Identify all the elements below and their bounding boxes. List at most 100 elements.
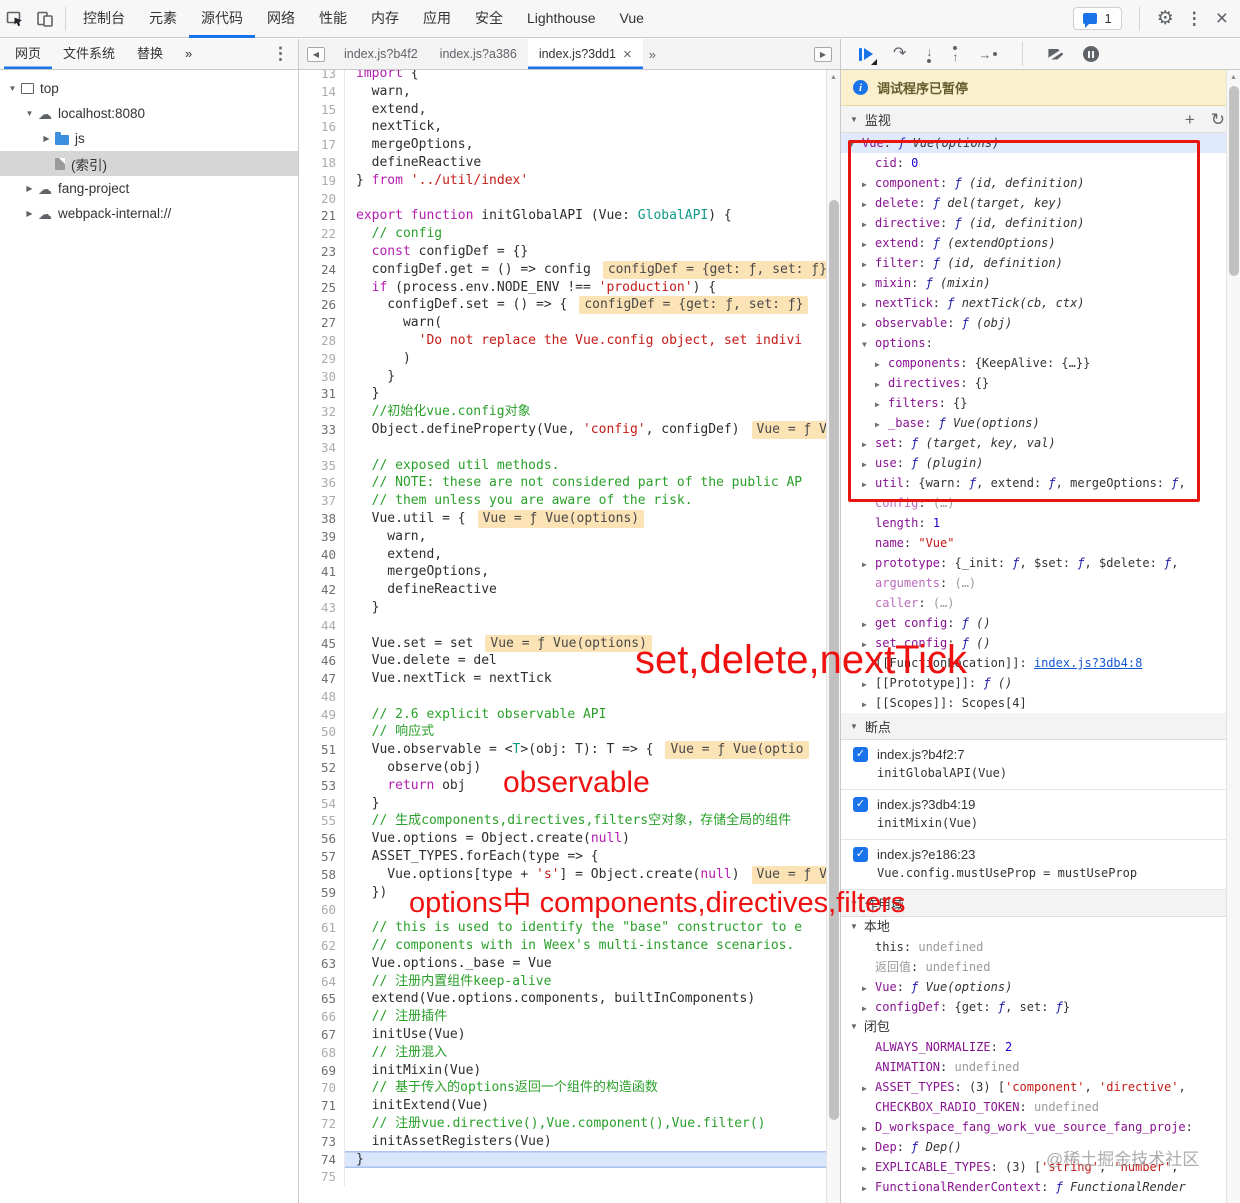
line-number[interactable]: 59 <box>299 883 345 902</box>
collapse-icon[interactable]: ▼ <box>850 115 858 124</box>
editor-tab[interactable]: index.js?3dd1 × <box>527 39 643 69</box>
code-line[interactable]: 19} from '../util/index' <box>299 171 840 190</box>
tree-item-(索引)[interactable]: (索引) <box>0 151 298 176</box>
property-row-Vue[interactable]: ▶ Vue: ƒ Vue(options) <box>841 977 1240 997</box>
line-number[interactable]: 55 <box>299 812 345 831</box>
property-row-util[interactable]: ▶ util: {warn: ƒ, extend: ƒ, mergeOptions… <box>841 473 1240 493</box>
more-tabs-icon[interactable]: » <box>643 47 662 62</box>
collapse-icon[interactable]: ▼ <box>850 722 858 731</box>
tree-arrow-icon[interactable]: ▶ <box>862 235 875 253</box>
line-number[interactable]: 65 <box>299 990 345 1009</box>
code-line[interactable]: 16 nextTick, <box>299 118 840 137</box>
tree-arrow-icon[interactable]: ▶ <box>875 375 888 393</box>
breakpoint-checkbox[interactable]: ✓ <box>853 847 868 862</box>
collapse-icon[interactable]: ▼ <box>850 1017 858 1037</box>
property-row-set config[interactable]: ▶ set config: ƒ () <box>841 633 1240 653</box>
code-line[interactable]: 28 'Do not replace the Vue.config object… <box>299 331 840 350</box>
breakpoint-entry[interactable]: ✓ index.js?3db4:19 initMixin(Vue) <box>841 790 1240 840</box>
line-number[interactable]: 61 <box>299 919 345 938</box>
tree-arrow-icon[interactable]: ▶ <box>862 1119 875 1137</box>
code-line[interactable]: 69 initMixin(Vue) <box>299 1061 840 1080</box>
tree-arrow-icon[interactable]: ▶ <box>862 1079 875 1097</box>
navigator-tab-替换[interactable]: 替换 <box>126 39 174 69</box>
property-row-extend[interactable]: ▶ extend: ƒ (extendOptions) <box>841 233 1240 253</box>
property-row-ASSET_TYPES[interactable]: ▶ ASSET_TYPES: (3) ['component', 'directi… <box>841 1077 1240 1097</box>
tree-arrow-icon[interactable]: ▶ <box>862 195 875 213</box>
tree-item-top[interactable]: ▼ top <box>0 76 298 101</box>
line-number[interactable]: 57 <box>299 848 345 866</box>
code-line[interactable]: 40 extend, <box>299 545 840 564</box>
tree-arrow-icon[interactable]: ▶ <box>23 209 36 218</box>
line-number[interactable]: 16 <box>299 118 345 137</box>
property-row-filters[interactable]: ▶ filters: {} <box>841 393 1240 413</box>
breakpoint-entry[interactable]: ✓ index.js?e186:23 Vue.config.mustUseProp … <box>841 840 1240 890</box>
breakpoint-checkbox[interactable]: ✓ <box>853 747 868 762</box>
navigator-more-icon[interactable]: ⋮ <box>272 44 290 64</box>
code-line[interactable]: 22 // config <box>299 225 840 243</box>
line-number[interactable]: 37 <box>299 492 345 510</box>
line-number[interactable]: 62 <box>299 937 345 955</box>
collapse-icon[interactable]: ▼ <box>850 899 858 908</box>
line-number[interactable]: 28 <box>299 331 345 350</box>
property-row-filter[interactable]: ▶ filter: ƒ (id, definition) <box>841 253 1240 273</box>
line-number[interactable]: 54 <box>299 794 345 813</box>
tree-arrow-icon[interactable]: ▶ <box>862 1159 875 1177</box>
line-number[interactable]: 71 <box>299 1097 345 1116</box>
code-line[interactable]: 58 Vue.options[type + 's'] = Object.crea… <box>299 865 840 884</box>
panel-tab-Vue[interactable]: Vue <box>608 0 656 38</box>
tree-arrow-icon[interactable]: ▶ <box>862 695 875 713</box>
line-number[interactable]: 32 <box>299 403 345 421</box>
line-number[interactable]: 38 <box>299 509 345 528</box>
device-toolbar-icon[interactable] <box>30 0 60 38</box>
property-row-prototype[interactable]: ▶ prototype: {_init: ƒ, $set: ƒ, $delete:… <box>841 553 1240 573</box>
panel-tab-安全[interactable]: 安全 <box>463 0 515 38</box>
tree-arrow-icon[interactable]: ▶ <box>23 184 36 193</box>
property-row-length[interactable]: length: 1 <box>841 513 1240 533</box>
navigator-tab-文件系统[interactable]: 文件系统 <box>52 39 126 69</box>
property-row-options[interactable]: ▼ options: <box>841 333 1240 353</box>
property-row-[[FunctionLocation]][interactable]: [[FunctionLocation]]: index.js?3db4:8 <box>841 653 1240 673</box>
code-line[interactable]: 17 mergeOptions, <box>299 136 840 154</box>
property-row-FunctionalRenderContext[interactable]: ▶ FunctionalRenderContext: ƒ FunctionalRe… <box>841 1177 1240 1197</box>
tree-arrow-icon[interactable]: ▶ <box>862 255 875 273</box>
panel-tab-性能[interactable]: 性能 <box>307 0 359 38</box>
panel-scrollbar[interactable]: ▲ <box>1226 70 1240 1203</box>
line-number[interactable]: 60 <box>299 901 345 920</box>
navigator-tab-网页[interactable]: 网页 <box>4 39 52 69</box>
line-number[interactable]: 74 <box>299 1150 345 1169</box>
breakpoints-section-header[interactable]: ▼ 断点 <box>841 713 1240 740</box>
line-number[interactable]: 75 <box>299 1168 345 1187</box>
tree-arrow-icon[interactable]: ▶ <box>862 435 875 453</box>
code-line[interactable]: 36 // NOTE: these are not considered par… <box>299 474 840 493</box>
line-number[interactable]: 15 <box>299 100 345 119</box>
property-row-nextTick[interactable]: ▶ nextTick: ƒ nextTick(cb, ctx) <box>841 293 1240 313</box>
code-line[interactable]: 67 initUse(Vue) <box>299 1026 840 1044</box>
tree-arrow-icon[interactable]: ▶ <box>862 979 875 997</box>
code-line[interactable]: 74} <box>299 1150 840 1169</box>
code-line[interactable]: 62 // components with in Weex's multi-in… <box>299 937 840 955</box>
code-line[interactable]: 71 initExtend(Vue) <box>299 1097 840 1116</box>
code-line[interactable]: 34 <box>299 438 840 457</box>
tree-item-js[interactable]: ▶ js <box>0 126 298 151</box>
line-number[interactable]: 63 <box>299 954 345 973</box>
inspect-element-icon[interactable] <box>0 0 30 38</box>
property-row-arguments[interactable]: arguments: (…) <box>841 573 1240 593</box>
panel-tab-网络[interactable]: 网络 <box>255 0 307 38</box>
line-number[interactable]: 39 <box>299 527 345 546</box>
line-number[interactable]: 50 <box>299 723 345 742</box>
property-row-_base[interactable]: ▶ _base: ƒ Vue(options) <box>841 413 1240 433</box>
line-number[interactable]: 22 <box>299 225 345 243</box>
code-line[interactable]: 70 // 基于传入的options返回一个组件的构造函数 <box>299 1079 840 1098</box>
line-number[interactable]: 14 <box>299 82 345 101</box>
property-row-caller[interactable]: caller: (…) <box>841 593 1240 613</box>
line-number[interactable]: 34 <box>299 438 345 457</box>
property-row-Dep[interactable]: ▶ Dep: ƒ Dep() <box>841 1137 1240 1157</box>
code-line[interactable]: 38 Vue.util = {Vue = ƒ Vue(options) <box>299 509 840 528</box>
panel-tab-源代码[interactable]: 源代码 <box>189 0 255 38</box>
line-number[interactable]: 45 <box>299 634 345 653</box>
line-number[interactable]: 47 <box>299 670 345 688</box>
line-number[interactable]: 51 <box>299 741 345 760</box>
property-row-D_workspace_fang_work_vue_source_fang_proje[interactable]: ▶ D_workspace_fang_work_vue_source_fang_p… <box>841 1117 1240 1137</box>
property-row-name[interactable]: name: "Vue" <box>841 533 1240 553</box>
line-number[interactable]: 43 <box>299 598 345 617</box>
